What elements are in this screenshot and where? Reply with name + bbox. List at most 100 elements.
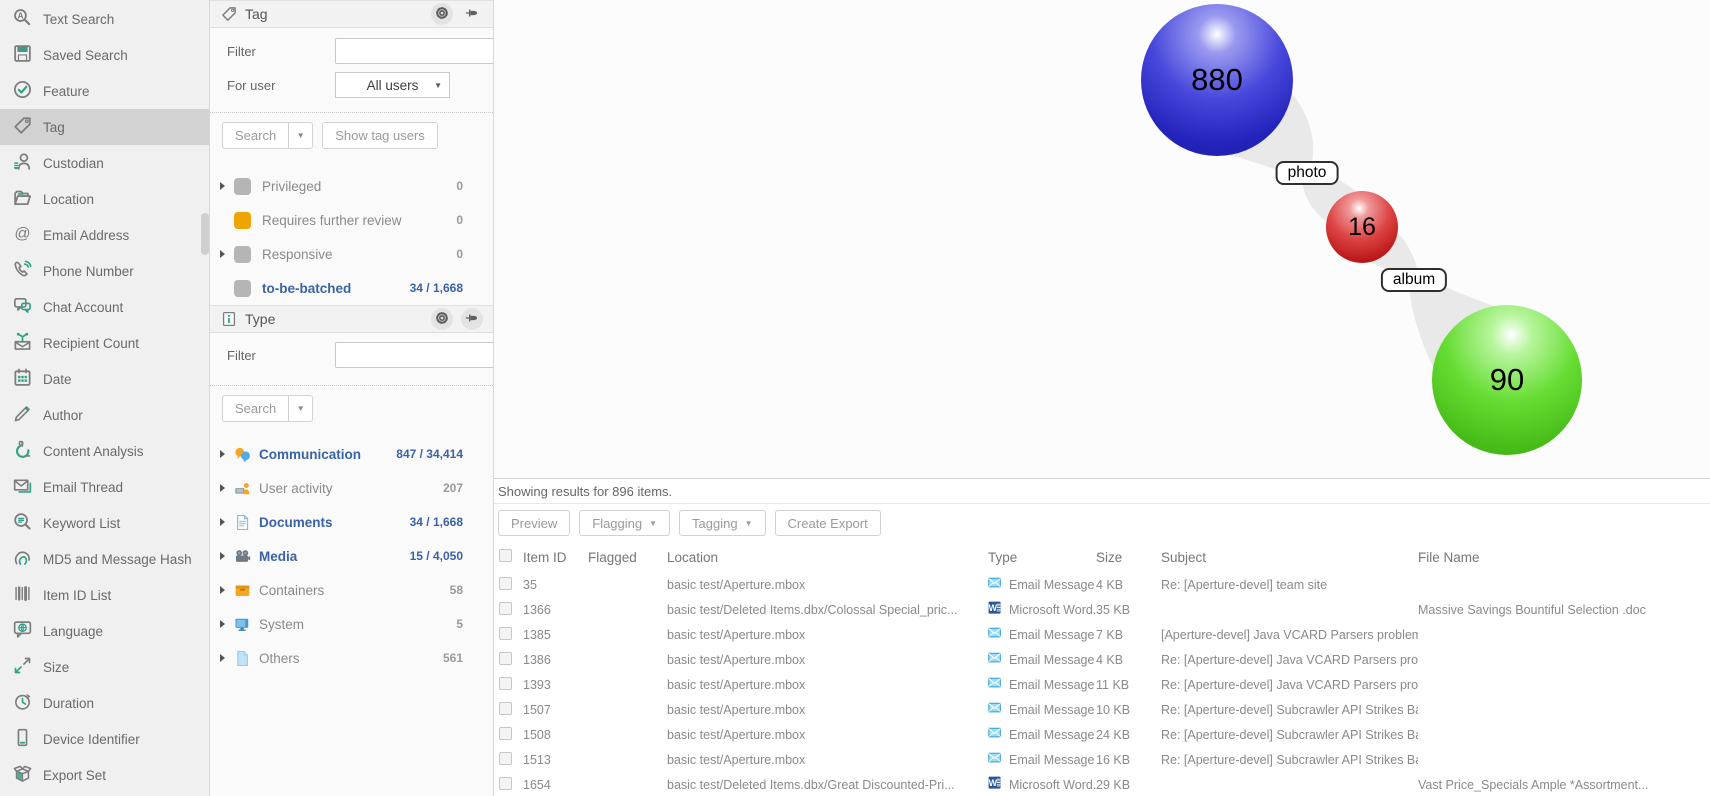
type-row-others[interactable]: Others 561 xyxy=(210,641,493,675)
sidebar-item-export-set[interactable]: Export Set xyxy=(0,757,209,793)
tag-filter-input[interactable] xyxy=(335,38,493,64)
sidebar-item-saved-search[interactable]: Saved Search xyxy=(0,37,209,73)
sidebar-item-language[interactable]: Language xyxy=(0,613,209,649)
type-search-button[interactable]: Search xyxy=(222,395,289,422)
table-row-1508[interactable]: 1508 basic test/Aperture.mbox Email Mess… xyxy=(494,722,1710,747)
sidebar-scrollbar-thumb[interactable] xyxy=(201,213,209,255)
sidebar-item-keyword-list[interactable]: Keyword List xyxy=(0,505,209,541)
table-row-1385[interactable]: 1385 basic test/Aperture.mbox Email Mess… xyxy=(494,622,1710,647)
type-row-containers[interactable]: Containers 58 xyxy=(210,573,493,607)
expand-arrow-icon[interactable] xyxy=(220,484,225,492)
expand-arrow-icon[interactable] xyxy=(220,182,225,190)
tag-row-to-be-batched[interactable]: to-be-batched 34 / 1,668 xyxy=(210,271,493,305)
bubble-90[interactable]: 90 xyxy=(1432,305,1582,455)
sidebar-item-md5-and-message-hash[interactable]: MD5 and Message Hash xyxy=(0,541,209,577)
preview-button[interactable]: Preview xyxy=(498,510,570,536)
link-label-photo[interactable]: photo xyxy=(1276,161,1339,185)
sidebar-item-duration[interactable]: Duration xyxy=(0,685,209,721)
expand-arrow-icon[interactable] xyxy=(220,552,225,560)
type-pin-button[interactable] xyxy=(461,308,483,330)
table-row-1654[interactable]: 1654 basic test/Deleted Items.dbx/Great … xyxy=(494,772,1710,796)
sidebar-item-location[interactable]: Location xyxy=(0,181,209,217)
table-row-35[interactable]: 35 basic test/Aperture.mbox Email Messag… xyxy=(494,572,1710,597)
sidebar-item-email-thread[interactable]: Email Thread xyxy=(0,469,209,505)
column-header-location[interactable]: Location xyxy=(667,550,988,565)
sidebar-item-date[interactable]: Date xyxy=(0,361,209,397)
type-search-caret-button[interactable]: ▼ xyxy=(289,395,313,422)
row-checkbox[interactable] xyxy=(499,777,512,790)
type-count: 58 xyxy=(450,583,463,597)
create-export-button[interactable]: Create Export xyxy=(775,510,881,536)
row-checkbox[interactable] xyxy=(499,652,512,665)
row-checkbox[interactable] xyxy=(499,627,512,640)
expand-arrow-icon[interactable] xyxy=(220,654,225,662)
media-camera-icon xyxy=(234,548,251,565)
tag-search-caret-button[interactable]: ▼ xyxy=(289,122,313,149)
sidebar-item-custodian[interactable]: Custodian xyxy=(0,145,209,181)
select-all-checkbox[interactable] xyxy=(499,549,512,562)
tag-search-button[interactable]: Search xyxy=(222,122,289,149)
sidebar-item-phone-number[interactable]: Phone Number xyxy=(0,253,209,289)
table-row-1386[interactable]: 1386 basic test/Aperture.mbox Email Mess… xyxy=(494,647,1710,672)
table-row-1507[interactable]: 1507 basic test/Aperture.mbox Email Mess… xyxy=(494,697,1710,722)
type-filter-label: Filter xyxy=(227,348,335,363)
sidebar-item-recipient-count[interactable]: Recipient Count xyxy=(0,325,209,361)
table-row-1393[interactable]: 1393 basic test/Aperture.mbox Email Mess… xyxy=(494,672,1710,697)
sidebar-item-item-id-list[interactable]: Item ID List xyxy=(0,577,209,613)
column-header-flagged[interactable]: Flagged xyxy=(588,550,667,565)
column-header-size[interactable]: Size xyxy=(1096,550,1161,565)
tag-icon xyxy=(13,116,32,138)
for-user-select[interactable]: All users ▼ xyxy=(335,72,450,98)
tagging-button[interactable]: Tagging ▼ xyxy=(679,510,765,536)
type-count: 5 xyxy=(456,617,463,631)
tag-row-privileged[interactable]: Privileged 0 xyxy=(210,169,493,203)
expand-arrow-icon[interactable] xyxy=(220,250,225,258)
bubble-880[interactable]: 880 xyxy=(1141,4,1293,156)
column-header-subject[interactable]: Subject xyxy=(1161,550,1418,565)
type-row-system[interactable]: System 5 xyxy=(210,607,493,641)
column-header-item-id[interactable]: Item ID xyxy=(523,550,588,565)
row-checkbox[interactable] xyxy=(499,727,512,740)
type-filter-input[interactable] xyxy=(335,342,493,368)
sidebar-item-size[interactable]: Size xyxy=(0,649,209,685)
row-checkbox[interactable] xyxy=(499,677,512,690)
type-row-media[interactable]: Media 15 / 4,050 xyxy=(210,539,493,573)
sidebar-item-tag[interactable]: Tag xyxy=(0,109,209,145)
link-label-album[interactable]: album xyxy=(1381,268,1447,292)
cell-location: basic test/Aperture.mbox xyxy=(667,578,988,592)
show-tag-users-button[interactable]: Show tag users xyxy=(322,122,438,149)
text-search-icon: A xyxy=(13,8,32,30)
row-checkbox[interactable] xyxy=(499,702,512,715)
row-checkbox[interactable] xyxy=(499,602,512,615)
sidebar-item-feature[interactable]: Feature xyxy=(0,73,209,109)
sidebar-item-content-analysis[interactable]: Content Analysis xyxy=(0,433,209,469)
sidebar-item-chat-account[interactable]: Chat Account xyxy=(0,289,209,325)
bubble-16[interactable]: 16 xyxy=(1326,191,1398,263)
sidebar-item-text-search[interactable]: A Text Search xyxy=(0,1,209,37)
row-checkbox[interactable] xyxy=(499,752,512,765)
expand-arrow-icon[interactable] xyxy=(220,518,225,526)
tag-row-responsive[interactable]: Responsive 0 xyxy=(210,237,493,271)
email-icon xyxy=(988,651,1003,669)
type-label: Containers xyxy=(259,583,450,598)
sidebar-item-email-address[interactable]: @ Email Address xyxy=(0,217,209,253)
type-row-user-activity[interactable]: User activity 207 xyxy=(210,471,493,505)
expand-arrow-icon[interactable] xyxy=(220,586,225,594)
type-settings-button[interactable] xyxy=(431,308,453,330)
column-header-type[interactable]: Type xyxy=(988,550,1096,565)
sidebar-item-author[interactable]: Author xyxy=(0,397,209,433)
row-checkbox[interactable] xyxy=(499,577,512,590)
cell-location: basic test/Aperture.mbox xyxy=(667,628,988,642)
table-row-1513[interactable]: 1513 basic test/Aperture.mbox Email Mess… xyxy=(494,747,1710,772)
type-row-documents[interactable]: Documents 34 / 1,668 xyxy=(210,505,493,539)
table-row-1366[interactable]: 1366 basic test/Deleted Items.dbx/Coloss… xyxy=(494,597,1710,622)
tag-pin-button[interactable] xyxy=(461,3,483,25)
flagging-button[interactable]: Flagging ▼ xyxy=(579,510,670,536)
tag-row-requires-further-review[interactable]: Requires further review 0 xyxy=(210,203,493,237)
expand-arrow-icon[interactable] xyxy=(220,620,225,628)
sidebar-item-device-identifier[interactable]: Device Identifier xyxy=(0,721,209,757)
tag-settings-button[interactable] xyxy=(431,3,453,25)
column-header-file-name[interactable]: File Name xyxy=(1418,550,1710,565)
expand-arrow-icon[interactable] xyxy=(220,450,225,458)
type-row-communication[interactable]: Communication 847 / 34,414 xyxy=(210,437,493,471)
